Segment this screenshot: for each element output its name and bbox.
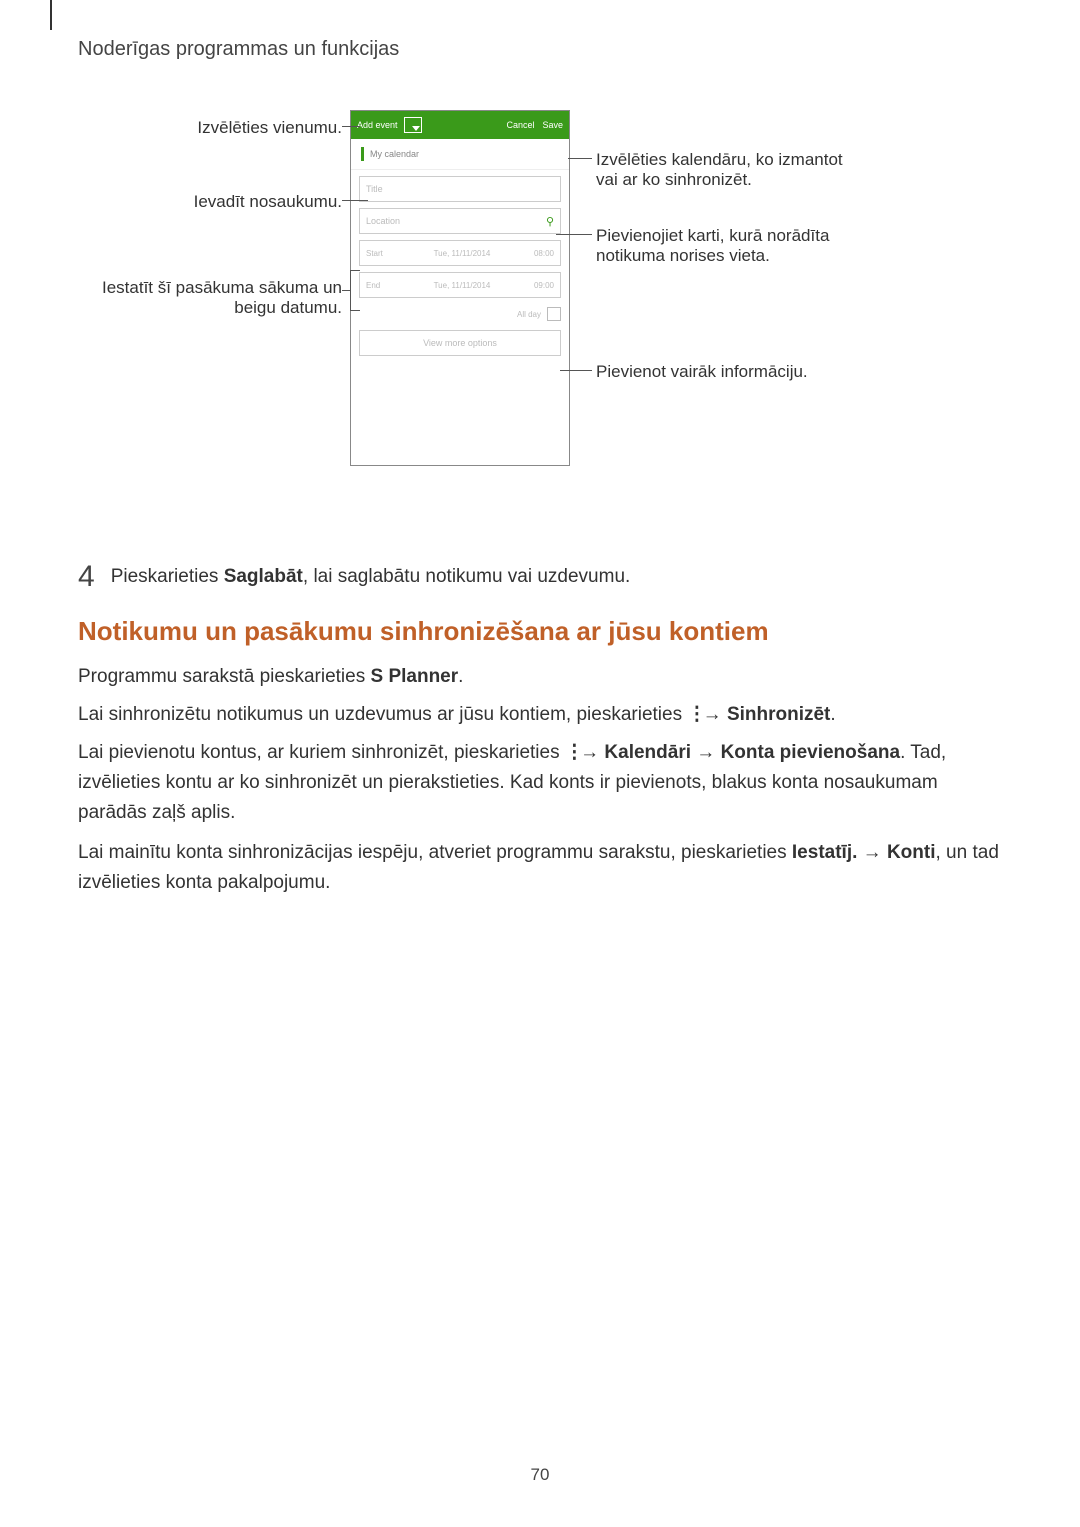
- more-options-icon: ⋮: [687, 700, 697, 730]
- callout-add-map: Pievienojiet karti, kurā norādīta notiku…: [596, 226, 829, 266]
- allday-row: All day: [359, 304, 561, 324]
- start-date: Tue, 11/11/2014: [406, 249, 518, 258]
- location-input[interactable]: Location ⚲: [359, 208, 561, 234]
- paragraph-3: Lai pievienotu kontus, ar kuriem sinhron…: [78, 738, 1002, 828]
- location-pin-icon[interactable]: ⚲: [546, 215, 554, 228]
- leader-line: [342, 126, 360, 127]
- leader-line: [560, 370, 592, 371]
- end-date: Tue, 11/11/2014: [406, 281, 518, 290]
- callout-select-calendar: Izvēlēties kalendāru, ko izmantot vai ar…: [596, 150, 843, 190]
- paragraph-2: Lai sinhronizētu notikumus un uzdevumus …: [78, 700, 1002, 730]
- callout-select-item: Izvēlēties vienumu.: [197, 118, 342, 138]
- calendar-color-indicator: [361, 147, 364, 161]
- end-time: 09:00: [518, 281, 560, 290]
- location-placeholder: Location: [366, 216, 400, 226]
- save-button[interactable]: Save: [542, 120, 563, 130]
- page-number: 70: [0, 1465, 1080, 1485]
- header-divider: [50, 0, 52, 30]
- callout-add-info: Pievienot vairāk informāciju.: [596, 362, 808, 382]
- leader-line: [342, 200, 368, 201]
- view-more-button[interactable]: View more options: [359, 330, 561, 356]
- end-datetime[interactable]: End Tue, 11/11/2014 09:00: [359, 272, 561, 298]
- step-number: 4: [78, 560, 95, 594]
- page-header: Noderīgas programmas un funkcijas: [78, 38, 399, 61]
- section-title: Notikumu un pasākumu sinhronizēšana ar j…: [78, 616, 769, 647]
- allday-label: All day: [517, 310, 541, 319]
- leader-line: [350, 270, 351, 310]
- phone-mock: Add event Cancel Save My calendar Title …: [350, 110, 570, 466]
- chevron-down-icon[interactable]: [404, 117, 422, 133]
- leader-line: [568, 158, 592, 159]
- leader-line: [350, 310, 360, 311]
- title-placeholder: Title: [366, 184, 383, 194]
- callout-set-dates: Iestatīt šī pasākuma sākuma un beigu dat…: [102, 278, 342, 318]
- start-time: 08:00: [518, 249, 560, 258]
- end-label: End: [360, 281, 406, 290]
- calendar-selector[interactable]: My calendar: [351, 139, 569, 170]
- paragraph-1: Programmu sarakstā pieskarieties S Plann…: [78, 662, 1002, 692]
- start-label: Start: [360, 249, 406, 258]
- calendar-name: My calendar: [370, 149, 419, 159]
- start-datetime[interactable]: Start Tue, 11/11/2014 08:00: [359, 240, 561, 266]
- leader-line: [556, 234, 592, 235]
- leader-line: [350, 270, 360, 271]
- more-options-icon: ⋮: [565, 738, 575, 768]
- phone-titlebar: Add event Cancel Save: [351, 111, 569, 139]
- allday-checkbox[interactable]: [547, 307, 561, 321]
- step-text: Pieskarieties Saglabāt, lai saglabātu no…: [111, 566, 631, 588]
- paragraph-4: Lai mainītu konta sinhronizācijas iespēj…: [78, 838, 1002, 898]
- cancel-button[interactable]: Cancel: [506, 120, 534, 130]
- title-input[interactable]: Title: [359, 176, 561, 202]
- diagram-area: Add event Cancel Save My calendar Title …: [78, 110, 1002, 490]
- leader-line: [342, 290, 350, 291]
- step-4: 4 Pieskarieties Saglabāt, lai saglabātu …: [78, 560, 630, 594]
- callout-enter-name: Ievadīt nosaukumu.: [194, 192, 342, 212]
- view-more-label: View more options: [423, 338, 497, 348]
- add-event-label: Add event: [357, 120, 398, 130]
